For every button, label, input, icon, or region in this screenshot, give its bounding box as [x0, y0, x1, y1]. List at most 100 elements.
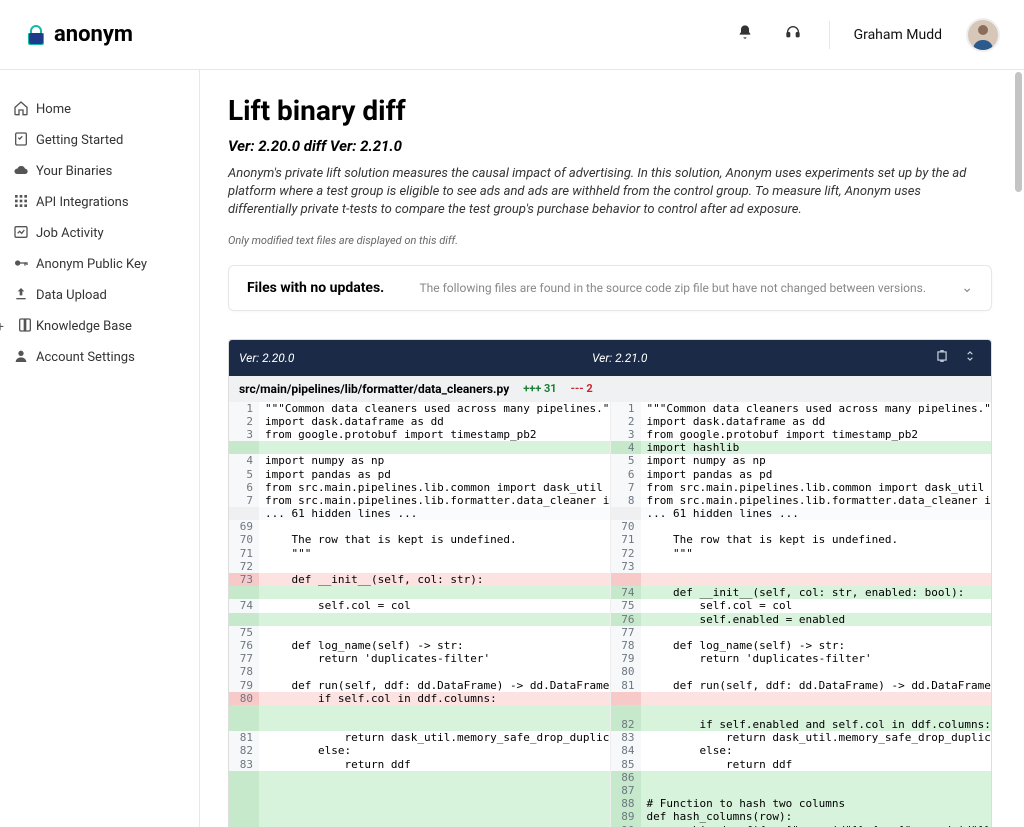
diff-header: Ver: 2.20.0 Ver: 2.21.0 [229, 340, 991, 376]
diff-row: - [611, 705, 992, 718]
card-subtitle: The following files are found in the sou… [384, 281, 961, 295]
activity-icon [12, 224, 30, 244]
plus-icon: + [0, 319, 4, 335]
bell-icon[interactable] [733, 20, 757, 49]
diff-row: - [229, 784, 610, 797]
diff-row: 7from src.main.pipelines.lib.formatter.d… [229, 494, 610, 507]
avatar[interactable] [966, 18, 1000, 52]
diff-row: 84 else: [611, 744, 992, 757]
diff-row: 90 combined = f'{row["user_id"]}_{row["r… [611, 824, 992, 827]
diff-row: 6import pandas as pd [611, 468, 992, 481]
logo[interactable]: anonym [24, 22, 133, 47]
diff-row: 73 [611, 560, 992, 573]
diff-row: 85 return ddf [611, 758, 992, 771]
sidebar-item-getting-started[interactable]: Getting Started [0, 125, 199, 156]
sidebar-item-data-upload[interactable]: Data Upload [0, 280, 199, 311]
diff-row: 72 [229, 560, 610, 573]
diff-row: 5import numpy as np [611, 454, 992, 467]
diff-row: 74 def __init__(self, col: str, enabled:… [611, 586, 992, 599]
diff-row: 81 def run(self, ddf: dd.DataFrame) -> d… [611, 679, 992, 692]
lock-icon [24, 23, 48, 47]
diff-right-pane: 1"""Common data cleaners used across man… [611, 402, 992, 827]
diff-row: 3from google.protobuf import timestamp_p… [611, 428, 992, 441]
diff-row: - [611, 573, 992, 586]
diff-row: 87 [611, 784, 992, 797]
diff-left-pane: 1"""Common data cleaners used across man… [229, 402, 611, 827]
diff-row: 2import dask.dataframe as dd [611, 415, 992, 428]
diff-row: 72 """ [611, 547, 992, 560]
diff-row: - [229, 797, 610, 810]
diff-row: - [229, 718, 610, 731]
headset-icon[interactable] [781, 20, 805, 49]
diff-row: 1"""Common data cleaners used across man… [229, 402, 610, 415]
diff-row: 80 [611, 665, 992, 678]
diff-row: 80 if self.col in ddf.columns: [229, 692, 610, 705]
sidebar-item-job-activity[interactable]: Job Activity [0, 218, 199, 249]
diff-row: 5import pandas as pd [229, 468, 610, 481]
sidebar-item-api-integrations[interactable]: API Integrations [0, 187, 199, 218]
diff-row: 2import dask.dataframe as dd [229, 415, 610, 428]
page-title: Lift binary diff [228, 94, 992, 127]
sidebar-item-home[interactable]: Home [0, 94, 199, 125]
diff-row: ... 61 hidden lines ... [229, 507, 610, 520]
diff-row: 70 [611, 520, 992, 533]
sidebar-item-label: Data Upload [36, 288, 107, 303]
diff-row: 89def hash_columns(row): [611, 810, 992, 823]
file-row: src/main/pipelines/lib/formatter/data_cl… [229, 376, 991, 402]
diff-row: 3from google.protobuf import timestamp_p… [229, 428, 610, 441]
home-icon [12, 100, 30, 120]
diff-row: - [229, 705, 610, 718]
book-icon [16, 317, 34, 337]
card-title: Files with no updates. [247, 280, 384, 296]
upload-icon [12, 286, 30, 306]
diff-row: 77 return 'duplicates-filter' [229, 652, 610, 665]
files-no-updates-card[interactable]: Files with no updates. The following fil… [228, 265, 992, 311]
diff-row: 88# Function to hash two columns [611, 797, 992, 810]
diff-row: 86 [611, 771, 992, 784]
diff-row: - [229, 771, 610, 784]
sidebar-item-knowledge-base[interactable]: + Knowledge Base [0, 311, 199, 342]
diff-row: 70 The row that is kept is undefined. [229, 533, 610, 546]
diff-row: ... 61 hidden lines ... [611, 507, 992, 520]
diff-row: 74 self.col = col [229, 599, 610, 612]
diff-row: 4import numpy as np [229, 454, 610, 467]
diff-row: 7from src.main.pipelines.lib.common impo… [611, 481, 992, 494]
version-line: Ver: 2.20.0 diff Ver: 2.21.0 [228, 137, 992, 155]
sidebar-item-label: Your Binaries [36, 164, 112, 179]
diff-row: - [229, 824, 610, 827]
diff-row: 78 def log_name(self) -> str: [611, 639, 992, 652]
divider [829, 21, 830, 49]
sidebar-item-label: Account Settings [36, 350, 135, 365]
sidebar-item-anonym-public-key[interactable]: Anonym Public Key [0, 249, 199, 280]
diff-row: 71 """ [229, 547, 610, 560]
note-text: Only modified text files are displayed o… [228, 234, 992, 247]
diff-row: 78 [229, 665, 610, 678]
sidebar: HomeGetting Started Your Binaries API Inte… [0, 70, 200, 827]
diff-row: 83 return dask_util.memory_safe_drop_dup… [611, 731, 992, 744]
diff-row: 73 def __init__(self, col: str): [229, 573, 610, 586]
diff-row: 76 def log_name(self) -> str: [229, 639, 610, 652]
additions-stat: +++ 31 [523, 382, 556, 395]
diff-row: 82 else: [229, 744, 610, 757]
diff-row: 1"""Common data cleaners used across man… [611, 402, 992, 415]
key-icon [12, 255, 30, 275]
diff-row: 82 if self.enabled and self.col in ddf.c… [611, 718, 992, 731]
diff-body: 1"""Common data cleaners used across man… [229, 402, 991, 827]
sidebar-item-label: Knowledge Base [36, 319, 132, 334]
sidebar-item-your-binaries[interactable]: Your Binaries [0, 156, 199, 187]
diff-row: 79 def run(self, ddf: dd.DataFrame) -> d… [229, 679, 610, 692]
diff-row: 4import hashlib [611, 441, 992, 454]
diff-row: - [229, 810, 610, 823]
sidebar-item-label: Anonym Public Key [36, 257, 147, 272]
main-content: Lift binary diff Ver: 2.20.0 diff Ver: 2… [200, 70, 1024, 827]
diff-row: - [229, 441, 610, 454]
file-path: src/main/pipelines/lib/formatter/data_cl… [239, 382, 509, 396]
diff-row: 69 [229, 520, 610, 533]
person-icon [12, 348, 30, 368]
sidebar-item-account-settings[interactable]: Account Settings [0, 342, 199, 373]
scrollbar-thumb[interactable] [1015, 72, 1022, 192]
fullscreen-icon[interactable] [935, 349, 949, 366]
expand-icon[interactable] [963, 349, 977, 366]
diff-row: - [229, 613, 610, 626]
diff-viewer: Ver: 2.20.0 Ver: 2.21.0 src/main/pipelin… [228, 339, 992, 827]
